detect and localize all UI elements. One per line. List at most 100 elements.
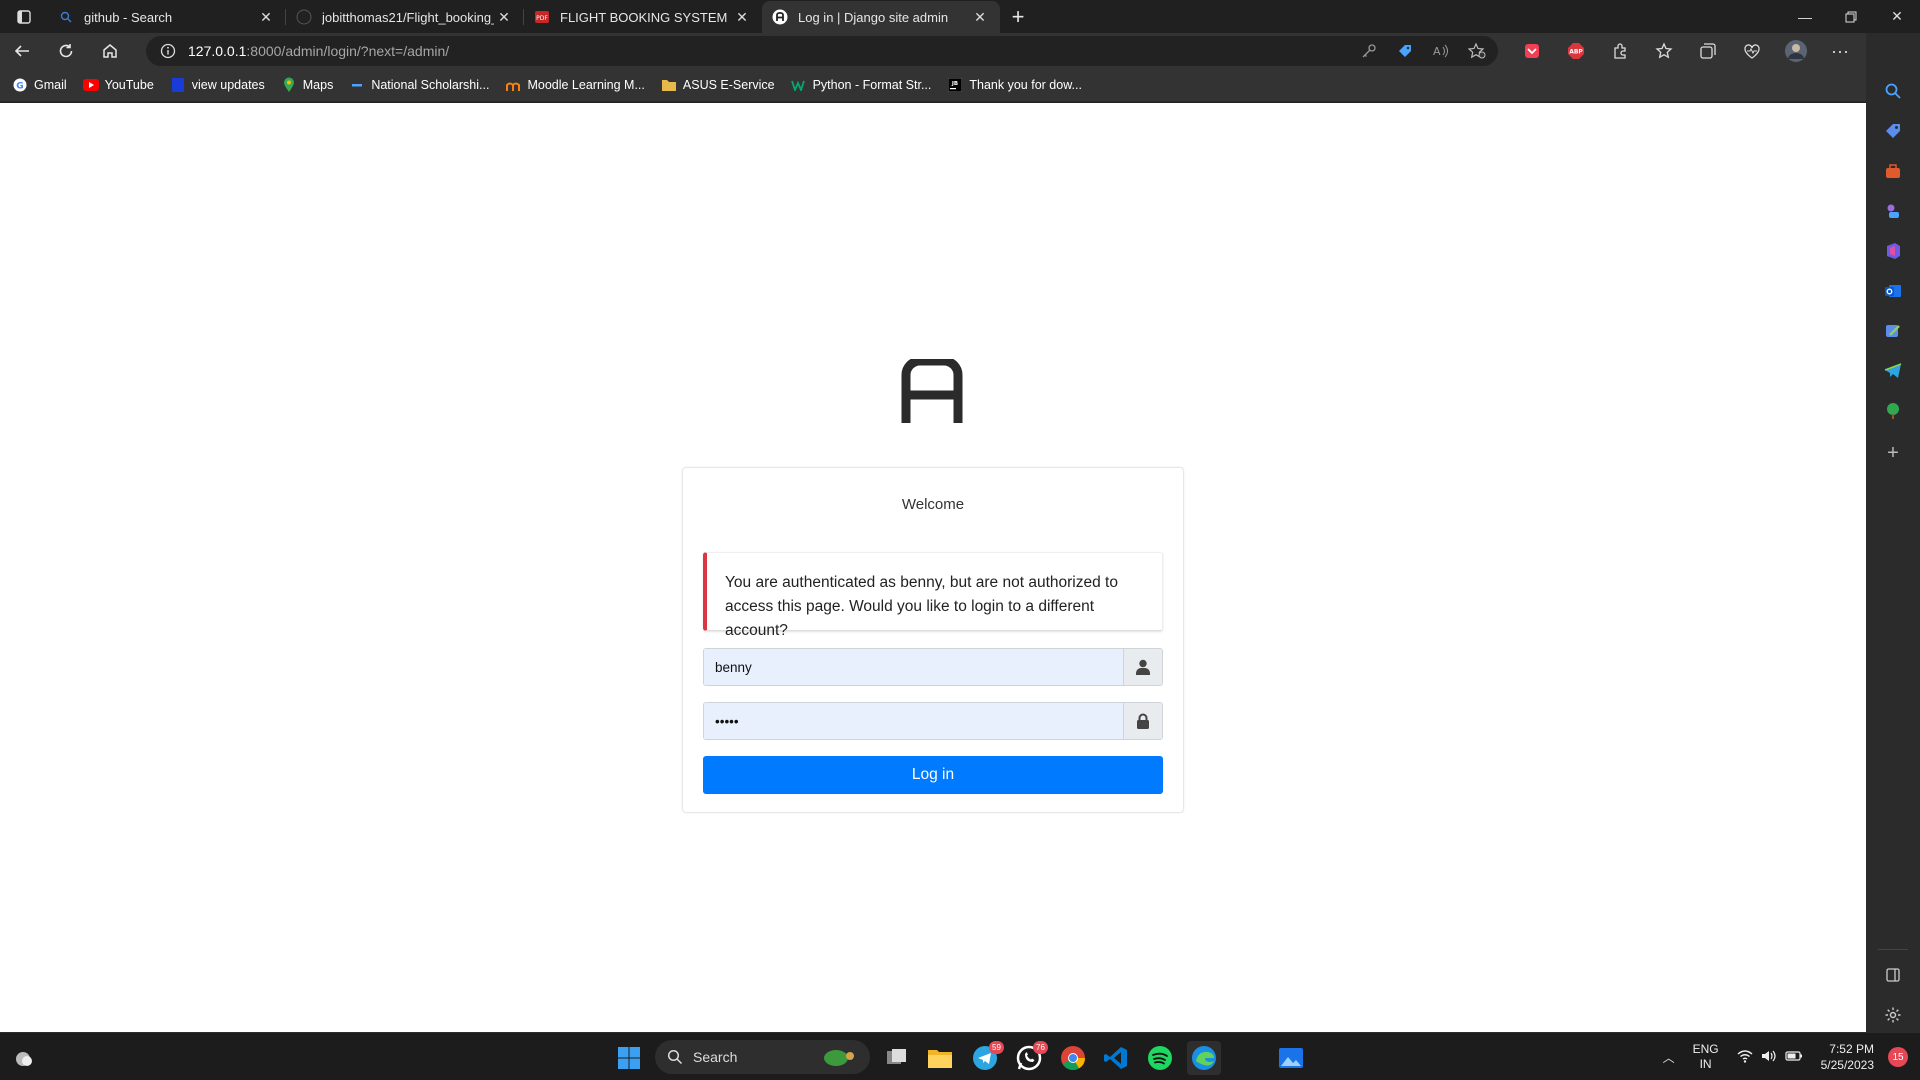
pocket-extension-icon[interactable] bbox=[1510, 33, 1554, 69]
minimize-icon[interactable]: — bbox=[1782, 0, 1828, 33]
sidebar-shopping-icon[interactable] bbox=[1879, 117, 1907, 145]
new-tab-button[interactable]: + bbox=[1000, 1, 1036, 33]
taskbar-search-box[interactable]: Search bbox=[655, 1040, 870, 1074]
edge-taskbar-icon[interactable] bbox=[1187, 1041, 1221, 1075]
sidebar-toggle-icon[interactable] bbox=[1879, 961, 1907, 989]
sidebar-add-icon[interactable]: + bbox=[1879, 439, 1907, 467]
sidebar-tools-icon[interactable] bbox=[1879, 157, 1907, 185]
refresh-button[interactable] bbox=[44, 33, 88, 69]
spotify-taskbar-icon[interactable] bbox=[1143, 1041, 1177, 1075]
bookmark-maps[interactable]: Maps bbox=[281, 77, 334, 93]
sidebar-search-icon[interactable] bbox=[1879, 77, 1907, 105]
show-hidden-icons-icon[interactable]: ︿ bbox=[1663, 1049, 1675, 1066]
bookmark-label: Thank you for dow... bbox=[969, 78, 1082, 92]
wifi-icon[interactable] bbox=[1737, 1049, 1753, 1066]
region-code: IN bbox=[1699, 1057, 1712, 1071]
bookmark-view-updates[interactable]: view updates bbox=[170, 77, 265, 93]
w3schools-icon bbox=[790, 77, 807, 93]
tab-flight-booking-pdf[interactable]: PDF FLIGHT BOOKING SYSTEM FINAL ✕ bbox=[524, 1, 762, 33]
page-content: Welcome You are authenticated as benny, … bbox=[0, 103, 1866, 1032]
sidebar-telegram-icon[interactable] bbox=[1879, 357, 1907, 385]
bookmarks-bar: G Gmail YouTube view updates Maps Nation… bbox=[0, 69, 1866, 102]
search-highlight-icon bbox=[824, 1050, 854, 1066]
home-button[interactable] bbox=[88, 33, 132, 69]
close-tab-icon[interactable]: ✕ bbox=[256, 7, 276, 27]
telegram-taskbar-icon[interactable]: 59 bbox=[968, 1041, 1004, 1075]
alert-line: You are authenticated as benny, but are … bbox=[725, 574, 1118, 591]
vscode-taskbar-icon[interactable] bbox=[1099, 1041, 1133, 1075]
tab-title: github - Search bbox=[84, 9, 173, 25]
bookmark-thank-you[interactable]: JB Thank you for dow... bbox=[947, 77, 1082, 93]
tab-actions-button[interactable] bbox=[0, 0, 48, 33]
youtube-icon bbox=[82, 77, 99, 93]
coupon-tag-icon[interactable] bbox=[1394, 40, 1416, 62]
bookmark-label: Maps bbox=[302, 78, 334, 92]
bookmark-moodle[interactable]: Moodle Learning M... bbox=[505, 77, 645, 93]
bookmark-icon bbox=[170, 77, 186, 93]
bookmark-youtube[interactable]: YouTube bbox=[82, 77, 154, 93]
photos-taskbar-icon[interactable] bbox=[1274, 1041, 1308, 1075]
login-button[interactable]: Log in bbox=[703, 756, 1163, 794]
bookmark-national-scholarship[interactable]: National Scholarshi... bbox=[349, 77, 489, 93]
whatsapp-taskbar-icon[interactable]: 76 bbox=[1012, 1041, 1048, 1075]
sidebar-outlook-icon[interactable] bbox=[1879, 277, 1907, 305]
close-tab-icon[interactable]: ✕ bbox=[970, 7, 990, 27]
restore-icon[interactable] bbox=[1828, 0, 1874, 33]
add-favorite-icon[interactable] bbox=[1466, 40, 1488, 62]
sidebar-office-icon[interactable] bbox=[1879, 237, 1907, 265]
browser-essentials-icon[interactable] bbox=[1730, 33, 1774, 69]
maps-icon bbox=[281, 77, 297, 93]
start-button[interactable] bbox=[612, 1041, 646, 1075]
clock[interactable]: 7:52 PM 5/25/2023 bbox=[1821, 1041, 1874, 1073]
folder-icon bbox=[661, 77, 677, 93]
language-indicator[interactable]: ENG IN bbox=[1693, 1042, 1719, 1072]
task-view-icon[interactable] bbox=[880, 1041, 914, 1075]
password-input[interactable]: ••••• bbox=[704, 703, 1123, 739]
password-field[interactable]: ••••• bbox=[703, 702, 1163, 740]
sidebar-settings-icon[interactable] bbox=[1879, 1001, 1907, 1029]
tab-github-search[interactable]: github - Search ✕ bbox=[48, 1, 286, 33]
username-input[interactable]: benny bbox=[704, 649, 1123, 685]
url-host: 127.0.0.1 bbox=[188, 43, 247, 59]
site-info-icon[interactable] bbox=[160, 43, 176, 59]
battery-icon[interactable] bbox=[1785, 1050, 1803, 1065]
tab-django-login[interactable]: Log in | Django site admin ✕ bbox=[762, 1, 1000, 33]
telegram-badge: 59 bbox=[989, 1041, 1004, 1054]
tab-actions-icon bbox=[17, 9, 31, 24]
profile-avatar[interactable] bbox=[1774, 33, 1818, 69]
sidebar-drop-icon[interactable] bbox=[1879, 317, 1907, 345]
read-aloud-icon[interactable]: A bbox=[1430, 40, 1452, 62]
volume-icon[interactable] bbox=[1761, 1049, 1777, 1066]
refresh-icon bbox=[59, 44, 73, 58]
bookmark-python-format[interactable]: Python - Format Str... bbox=[790, 77, 932, 93]
user-icon bbox=[1123, 649, 1162, 685]
close-tab-icon[interactable]: ✕ bbox=[732, 7, 752, 27]
tab-github-repo[interactable]: jobitthomas21/Flight_booking_S ✕ bbox=[286, 1, 524, 33]
alert-line: access this page. Would you like to logi… bbox=[725, 598, 1095, 639]
bookmark-asus-eservice[interactable]: ASUS E-Service bbox=[661, 77, 775, 93]
close-window-icon[interactable]: ✕ bbox=[1874, 0, 1920, 33]
svg-text:A: A bbox=[1433, 45, 1441, 58]
home-icon bbox=[103, 44, 117, 58]
address-bar[interactable]: 127.0.0.1:8000/admin/login/?next=/admin/… bbox=[146, 36, 1498, 66]
pdf-icon: PDF bbox=[534, 9, 550, 25]
password-key-icon[interactable] bbox=[1358, 40, 1380, 62]
settings-more-icon[interactable]: ··· bbox=[1818, 33, 1862, 69]
notification-count-badge[interactable]: 15 bbox=[1888, 1047, 1908, 1067]
bookmark-label: Python - Format Str... bbox=[812, 78, 932, 92]
extensions-puzzle-icon[interactable] bbox=[1598, 33, 1642, 69]
sidebar-tree-icon[interactable] bbox=[1879, 397, 1907, 425]
collections-icon[interactable] bbox=[1686, 33, 1730, 69]
back-button[interactable] bbox=[0, 33, 44, 69]
chrome-taskbar-icon[interactable] bbox=[1056, 1041, 1090, 1075]
favorites-icon[interactable] bbox=[1642, 33, 1686, 69]
clock-time: 7:52 PM bbox=[1829, 1042, 1874, 1056]
close-tab-icon[interactable]: ✕ bbox=[494, 7, 514, 27]
username-field[interactable]: benny bbox=[703, 648, 1163, 686]
windows-logo-icon bbox=[618, 1047, 640, 1069]
adblock-plus-icon[interactable]: ABP bbox=[1554, 33, 1598, 69]
sidebar-games-icon[interactable] bbox=[1879, 197, 1907, 225]
bookmark-gmail[interactable]: G Gmail bbox=[12, 77, 67, 93]
file-explorer-icon[interactable] bbox=[923, 1041, 957, 1075]
weather-widget-icon[interactable] bbox=[6, 1041, 40, 1075]
